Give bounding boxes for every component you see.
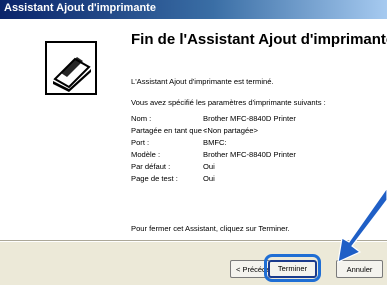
wizard-content: Fin de l'Assistant Ajout d'imprimante L'… <box>121 19 387 240</box>
page-title: Fin de l'Assistant Ajout d'imprimante <box>131 31 387 48</box>
title-bar[interactable]: Assistant Ajout d'imprimante <box>0 0 387 19</box>
setting-value: Oui <box>203 174 215 183</box>
setting-label: Par défaut : <box>131 162 171 171</box>
setting-value: Oui <box>203 162 215 171</box>
setting-label: Modèle : <box>131 150 161 159</box>
setting-value: <Non partagée> <box>203 126 258 135</box>
finish-highlight-ring <box>264 254 321 282</box>
setting-value: Brother MFC-8840D Printer <box>203 150 296 159</box>
wizard-window: Assistant Ajout d'imprimante Fin de l'As… <box>0 0 387 285</box>
setting-label: Port : <box>131 138 150 147</box>
closing-text: Pour fermer cet Assistant, cliquez sur T… <box>131 224 290 233</box>
setting-label: Partagée en tant que : <box>131 126 207 135</box>
printer-icon <box>45 41 97 95</box>
divider <box>0 240 387 242</box>
setting-label: Nom : <box>131 114 152 123</box>
setting-value: BMFC: <box>203 138 227 147</box>
window-title: Assistant Ajout d'imprimante <box>4 2 156 14</box>
setting-value: Brother MFC-8840D Printer <box>203 114 296 123</box>
intro-text: L'Assistant Ajout d'imprimante est termi… <box>131 77 274 86</box>
cancel-button[interactable]: Annuler <box>336 260 383 278</box>
settings-intro-text: Vous avez spécifié les paramètres d'impr… <box>131 98 326 107</box>
setting-label: Page de test : <box>131 174 178 183</box>
wizard-side-panel <box>0 19 121 240</box>
